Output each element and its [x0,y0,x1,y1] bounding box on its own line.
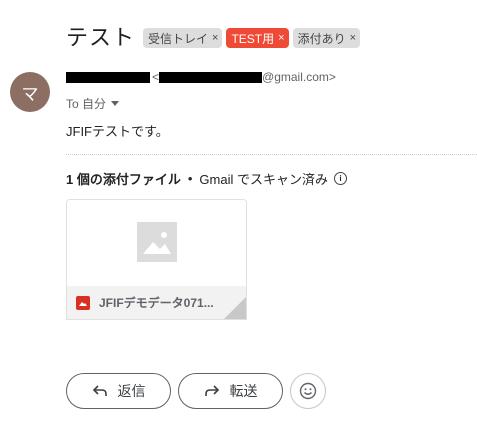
info-icon[interactable]: i [333,172,347,185]
forward-label: 転送 [229,383,258,399]
subject-row: テスト 受信トレイ × TEST用 × 添付あり × [66,20,364,52]
attachments-header: 1 個の添付ファイル • Gmail でスキャン済み i [66,169,347,188]
recipient-details-toggle[interactable]: To 自分 [66,95,120,112]
reply-icon [92,385,107,396]
label-attachment[interactable]: 添付あり × [292,28,361,48]
smiley-icon [299,382,317,400]
remove-label-icon[interactable]: × [278,32,284,44]
sender-email-suffix: @gmail.com> [262,70,336,84]
image-icon [76,295,90,310]
redacted-sender-email [159,71,263,83]
remove-label-icon[interactable]: × [350,32,356,44]
label-test[interactable]: TEST用 × [226,28,289,48]
separator-dot: • [187,171,193,186]
image-placeholder-icon [137,222,177,262]
sender-line: < @gmail.com> [66,70,336,84]
label-text: 受信トレイ [148,31,209,46]
emoji-reaction-button[interactable] [290,373,326,409]
reply-label: 返信 [117,383,146,399]
reply-button[interactable]: 返信 [66,373,171,409]
caret-down-icon [111,101,120,106]
attachment-card[interactable]: JFIFデモデータ071... [66,199,247,320]
label-text: TEST用 [231,31,275,46]
remove-label-icon[interactable]: × [212,32,218,44]
attachment-footer: JFIFデモデータ071... [67,286,246,319]
sender-avatar[interactable]: マ [10,72,50,112]
email-subject: テスト [66,25,136,50]
scan-status: Gmail でスキャン済み [199,172,328,187]
page-fold [224,297,246,319]
redacted-sender-name [66,71,150,83]
label-inbox[interactable]: 受信トレイ × [143,28,223,48]
attachment-count: 1 個の添付ファイル [66,172,181,187]
forward-icon [204,385,219,396]
attachment-filename: JFIFデモデータ071... [99,296,214,310]
divider [66,154,477,155]
email-body: JFIFテストです。 [66,124,169,139]
email-open-bracket: < [152,70,160,84]
to-label: To 自分 [66,97,107,111]
forward-button[interactable]: 転送 [178,373,283,409]
attachment-thumbnail [67,200,246,286]
label-text: 添付あり [297,31,346,46]
